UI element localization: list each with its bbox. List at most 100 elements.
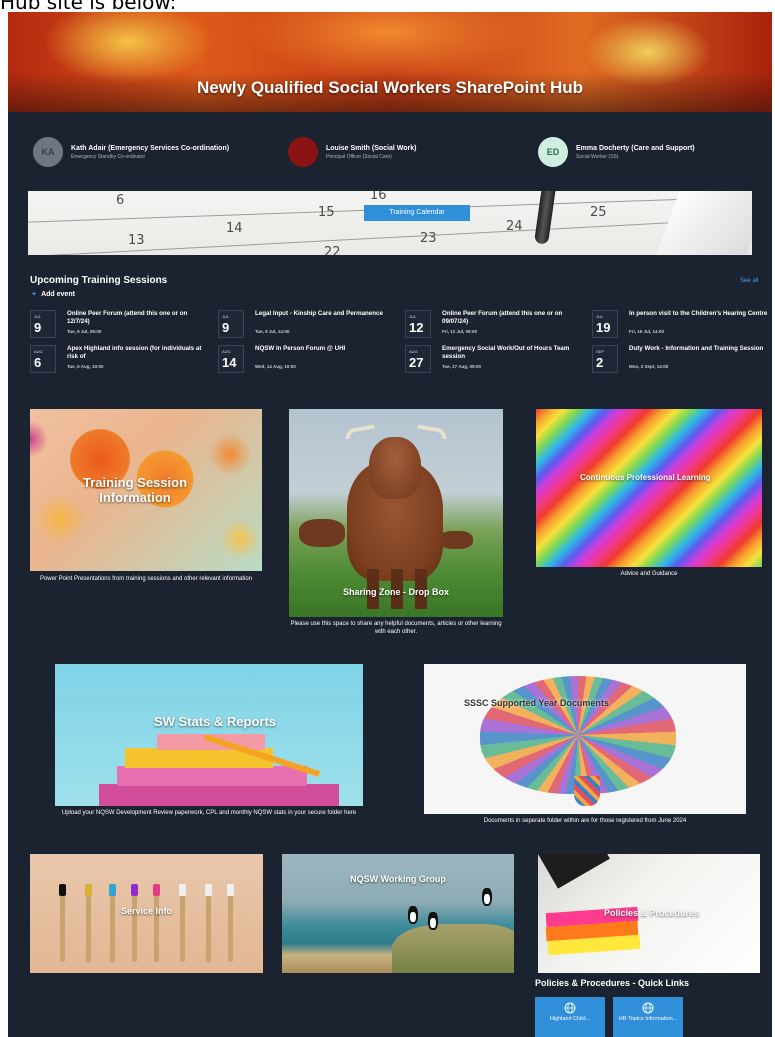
sharing-zone-tile[interactable]: Sharing Zone - Drop Box: [289, 409, 503, 617]
hero-banner: Newly Qualified Social Workers SharePoin…: [8, 12, 772, 112]
toothbrush-image: [153, 884, 160, 962]
calendar-number: 15: [318, 205, 335, 220]
person-card[interactable]: KA Kath Adair (Emergency Services Co-ord…: [33, 134, 229, 170]
pen-image: [534, 191, 556, 245]
date-badge: Jul 12: [405, 310, 431, 338]
event-item[interactable]: Jul 9 Legal Input - Kinship Care and Perm…: [218, 310, 398, 340]
background-cow: [439, 531, 473, 549]
event-month: Aug: [409, 349, 418, 354]
event-month: Aug: [34, 349, 43, 354]
puffin-image: [482, 888, 492, 906]
quick-link-button[interactable]: HR Topics Information...: [613, 997, 683, 1037]
quick-link-label: Highland Child...: [549, 1016, 591, 1022]
sssc-documents-tile[interactable]: SSSC Supported Year Documents: [424, 664, 746, 814]
calendar-number: 13: [128, 233, 145, 248]
person-role: Principal Officer (Social Care): [326, 153, 392, 160]
tile-label: Training Session Information: [82, 475, 188, 505]
event-item[interactable]: Jul 12 Online Peer Forum (attend this one…: [405, 310, 585, 340]
page-caption: Hub site is below:: [0, 0, 177, 12]
event-day: 6: [34, 355, 42, 370]
calendar-number: 14: [226, 221, 243, 236]
person-card[interactable]: Louise Smith (Social Work) Principal Off…: [288, 134, 417, 170]
tile-caption: Advice and Guidance: [620, 571, 678, 577]
event-item[interactable]: Aug 6 Apex Highland info session (for ind…: [30, 345, 210, 375]
stats-block: [117, 766, 307, 786]
event-month: Sep: [596, 349, 605, 354]
event-time: Fri, 19 Jul, 14:00: [629, 329, 665, 334]
quick-link-button[interactable]: Highland Child...: [535, 997, 605, 1037]
training-calendar-button[interactable]: Training Calendar: [364, 205, 470, 221]
service-info-tile[interactable]: Service Info: [30, 854, 263, 973]
event-title: Legal Input - Kinship Care and Permanenc…: [255, 310, 383, 317]
event-month: Jul: [409, 314, 417, 319]
event-time: Fri, 12 Jul, 09:00: [442, 329, 478, 334]
see-all-link[interactable]: See all: [740, 278, 758, 284]
event-month: Jul: [222, 314, 230, 319]
tile-label: Sharing Zone - Drop Box: [342, 587, 449, 597]
tile-caption: Documents in seperate folder within are …: [483, 818, 687, 824]
event-item[interactable]: Aug 27 Emergency Social Work/Out of Hours…: [405, 345, 585, 375]
person-card[interactable]: ED Emma Docherty (Care and Support) Soci…: [538, 134, 695, 170]
toothbrush-image: [179, 884, 186, 962]
person-role: Emergency Standby Co-ordinator: [71, 153, 146, 160]
add-event-label: Add event: [41, 291, 75, 298]
event-day: 27: [409, 355, 424, 370]
calendar-number: 22: [324, 245, 341, 255]
toothbrush-image: [85, 884, 92, 962]
event-day: 12: [409, 320, 424, 335]
event-day: 9: [222, 320, 230, 335]
people-section: KA Kath Adair (Emergency Services Co-ord…: [33, 134, 753, 170]
event-item[interactable]: Sep 2 Duty Work - Information and Trainin…: [592, 345, 772, 375]
tile-label: Policies & Procedures: [604, 908, 700, 918]
paper-image: [656, 191, 752, 255]
policies-procedures-tile[interactable]: Policies & Procedures: [538, 854, 760, 973]
calendar-number: 16: [370, 191, 387, 203]
event-title: Apex Highland info session (for individu…: [67, 345, 202, 360]
event-title: Duty Work - Information and Training Ses…: [629, 345, 764, 352]
sessions-heading: Upcoming Training Sessions: [30, 275, 168, 286]
event-item[interactable]: Jul 19 In person visit to the Children's …: [592, 310, 772, 340]
event-title: In person visit to the Children's Hearin…: [629, 310, 768, 317]
puffin-image: [408, 906, 418, 924]
horn: [416, 424, 448, 440]
background-cow: [299, 519, 345, 547]
date-badge: Jul 9: [30, 310, 56, 338]
event-title: NQSW In Person Forum @ UHI: [255, 345, 346, 352]
stats-block: [99, 784, 339, 806]
stats-reports-tile[interactable]: SW Stats & Reports: [55, 664, 363, 806]
phone-image: [538, 854, 610, 889]
person-name: Emma Docherty (Care and Support): [576, 144, 695, 152]
event-time: Tue, 27 Aug, 09:00: [442, 364, 482, 369]
quick-link-label: HR Topics Information...: [618, 1016, 678, 1022]
add-event-button[interactable]: + Add event: [32, 291, 75, 298]
person-name: Louise Smith (Social Work): [326, 144, 417, 152]
event-item[interactable]: Jul 9 Online Peer Forum (attend this one …: [30, 310, 210, 340]
person-role: Social Worker (SS): [576, 153, 619, 160]
person-name: Kath Adair (Emergency Services Co-ordina…: [71, 144, 230, 152]
event-title: Emergency Social Work/Out of Hours Team …: [442, 345, 570, 360]
cow-head: [369, 437, 421, 499]
date-badge: Aug 6: [30, 345, 56, 373]
toothbrush-image: [59, 884, 66, 962]
globe-icon: [564, 1002, 576, 1014]
toothbrush-image: [131, 884, 138, 962]
tile-label: SSSC Supported Year Documents: [464, 698, 609, 708]
toothbrush-image: [205, 884, 212, 962]
training-session-tile[interactable]: Training Session Information: [30, 409, 262, 571]
working-group-tile[interactable]: NQSW Working Group: [282, 854, 514, 973]
event-time: Mon, 2 Sept, 14:00: [629, 364, 669, 369]
cpl-tile[interactable]: Continuous Professional Learning: [536, 409, 762, 567]
calendar-number: 23: [420, 231, 437, 246]
tile-caption: Power Point Presentations from training …: [39, 576, 253, 582]
quick-links-heading: Policies & Procedures - Quick Links: [535, 978, 690, 988]
date-badge: Jul 9: [218, 310, 244, 338]
event-title: Online Peer Forum (attend this one or on…: [442, 310, 563, 325]
event-time: Tue, 9 Jul, 09:00: [67, 329, 102, 334]
event-item[interactable]: Aug 14 NQSW In Person Forum @ UHI Wed, 14…: [218, 345, 398, 375]
toothbrush-image: [227, 884, 234, 962]
tile-label: Service Info: [120, 906, 173, 916]
brain-stem-image: [574, 776, 600, 806]
avatar: [288, 137, 318, 167]
tile-label: Continuous Professional Learning: [580, 473, 711, 482]
event-month: Aug: [222, 349, 231, 354]
